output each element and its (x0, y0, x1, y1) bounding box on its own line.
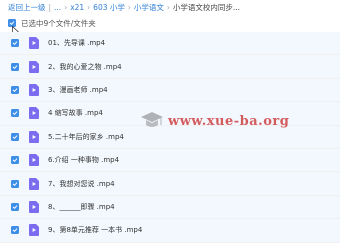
breadcrumb-item-x21[interactable]: x21 (70, 3, 84, 12)
file-checkbox[interactable] (11, 179, 19, 188)
file-name: 8、______即骤 .mp4 (48, 202, 115, 211)
file-row-7[interactable]: 7、我想对您说 .mp4 (0, 172, 340, 196)
video-file-icon (29, 83, 39, 96)
check-icon (12, 135, 18, 139)
file-checkbox[interactable] (11, 85, 19, 94)
breadcrumb-item-603[interactable]: 603 小学 (93, 2, 125, 13)
video-file-icon (29, 177, 39, 190)
check-icon (12, 228, 18, 233)
selection-summary: 已选中9个文件/文件夹 (8, 17, 96, 29)
breadcrumb-item-ellipsis[interactable]: ... (54, 3, 61, 12)
file-row-6[interactable]: 6.介绍 一种事物 .mp4 (0, 148, 340, 173)
file-checkbox[interactable] (11, 39, 19, 48)
file-row-2[interactable]: 2、我的心爱之物 .mp4 (0, 55, 340, 79)
video-file-icon (29, 37, 39, 50)
file-row-5[interactable]: 5.二十年后的家乡 .mp4 (0, 125, 340, 149)
video-file-icon (29, 224, 39, 237)
breadcrumb-separator: › (166, 2, 170, 12)
breadcrumb-separator: › (64, 2, 68, 12)
file-row-3[interactable]: 3、漫画老师 .mp4 (0, 78, 340, 103)
file-checkbox[interactable] (11, 156, 19, 165)
breadcrumb-separator: › (127, 2, 131, 12)
breadcrumb-separator: | (48, 2, 52, 12)
file-name: 5.二十年后的家乡 .mp4 (48, 132, 124, 141)
file-row-9[interactable]: 9、第8单元推荐 一本书 .mp4 (0, 219, 340, 243)
file-name: 6.介绍 一种事物 .mp4 (48, 156, 120, 165)
file-row-1[interactable]: 01、先导课 .mp4 (0, 32, 340, 56)
file-name: 01、先导课 .mp4 (48, 39, 106, 48)
back-link[interactable]: 返回上一级 (8, 2, 46, 13)
video-file-icon (29, 200, 39, 213)
breadcrumb: 返回上一级 | ... › x21 › 603 小学 › 小学语文 › 小学语文… (8, 0, 240, 14)
file-name: 3、漫画老师 .mp4 (48, 85, 108, 94)
video-file-icon (29, 107, 39, 120)
check-icon (12, 41, 18, 46)
check-icon (12, 111, 18, 116)
selection-count-label: 已选中9个文件/文件夹 (21, 18, 96, 28)
file-list: 01、先导课 .mp4 2、我的心爱之物 .mp4 3、漫画老师 .mp4 4 … (0, 32, 340, 243)
file-name: 2、我的心爱之物 .mp4 (48, 62, 122, 71)
check-icon (12, 158, 18, 163)
check-icon (12, 205, 18, 209)
file-checkbox[interactable] (11, 132, 19, 141)
file-name: 7、我想对您说 .mp4 (48, 179, 115, 188)
video-file-icon (29, 154, 39, 167)
file-name: 4 缩写故事 .mp4 (48, 109, 103, 118)
file-row-4[interactable]: 4 缩写故事 .mp4 (0, 102, 340, 126)
breadcrumb-current: 小学语文校内同步... (172, 2, 241, 12)
breadcrumb-separator: › (87, 2, 91, 12)
file-name: 9、第8单元推荐 一本书 .mp4 (48, 226, 143, 235)
video-file-icon (29, 60, 39, 73)
check-icon (12, 181, 18, 186)
breadcrumb-item-chinese[interactable]: 小学语文 (134, 2, 164, 13)
file-checkbox[interactable] (11, 226, 19, 235)
file-checkbox[interactable] (11, 109, 19, 118)
file-row-8[interactable]: 8、______即骤 .mp4 (0, 195, 340, 220)
video-file-icon (29, 130, 39, 143)
file-checkbox[interactable] (11, 202, 19, 211)
file-checkbox[interactable] (11, 62, 19, 71)
check-icon (12, 64, 18, 69)
check-icon (12, 88, 18, 92)
